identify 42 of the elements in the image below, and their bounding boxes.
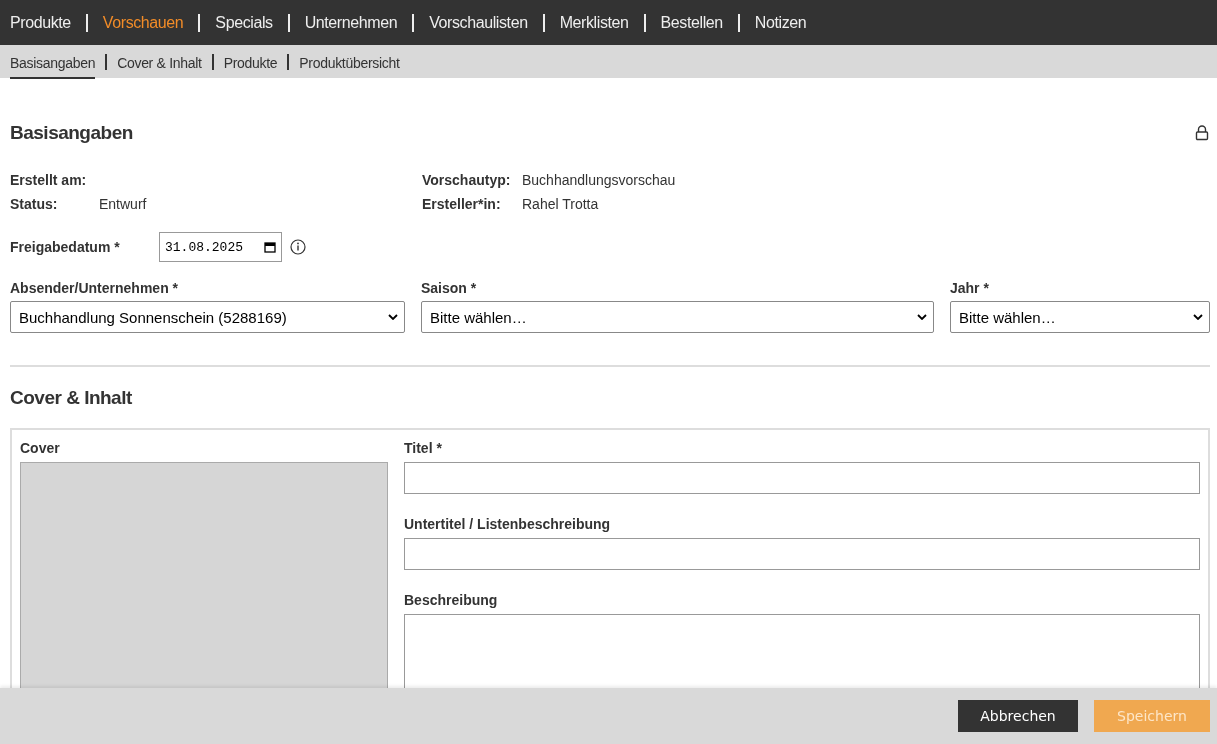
nav-tab[interactable]: Vorschauen (102, 13, 184, 32)
calendar-icon[interactable] (264, 241, 276, 253)
select-field[interactable]: Bitte wählen… (421, 301, 934, 333)
field-label: Saison * (421, 280, 478, 296)
info-label: Status: (10, 196, 59, 212)
select-field[interactable]: Bitte wählen… (950, 301, 1210, 333)
cancel-button[interactable]: Abbrechen (958, 700, 1078, 732)
field-label: Absender/Unternehmen * (10, 280, 180, 296)
field-label: Cover (20, 440, 61, 456)
sub-tab[interactable]: Cover & Inhalt (117, 46, 202, 79)
info-label: Vorschautyp: (422, 172, 512, 188)
sub-tab[interactable]: Produkte (223, 46, 278, 79)
nav-tab[interactable]: Unternehmen (304, 13, 398, 32)
nav-tab[interactable]: Merklisten (559, 13, 629, 32)
chevron-icon[interactable] (388, 314, 398, 320)
date-field[interactable]: 31.08.2025 (159, 232, 282, 262)
nav-tab[interactable]: Produkte (10, 13, 71, 32)
info-value: Buchhandlungsvorschau (522, 172, 676, 188)
info-icon[interactable] (290, 239, 306, 255)
chevron-icon[interactable] (1193, 314, 1203, 320)
lock-icon[interactable] (1195, 125, 1209, 141)
input-field[interactable] (404, 462, 1200, 494)
sub-tab[interactable]: Produktübersicht (299, 46, 400, 79)
info-label: Ersteller*in: (422, 196, 502, 212)
nav-tab[interactable]: Specials (215, 13, 273, 32)
chevron-icon[interactable] (917, 314, 927, 320)
section-title: Cover & Inhalt (10, 387, 133, 409)
field-label: Jahr * (950, 280, 990, 296)
field-label: Freigabedatum * (10, 239, 121, 255)
info-label: Erstellt am: (10, 172, 88, 188)
info-value: Entwurf (99, 196, 147, 212)
field-label: Beschreibung (404, 592, 499, 608)
select-field[interactable]: Buchhandlung Sonnenschein (5288169) (10, 301, 405, 333)
field-label: Titel * (404, 440, 443, 456)
nav-tab[interactable]: Notizen (754, 13, 807, 32)
sub-tab[interactable]: Basisangaben (10, 46, 96, 79)
info-value: Rahel Trotta (522, 196, 599, 212)
input-field[interactable] (404, 538, 1200, 570)
nav-tab[interactable]: Vorschaulisten (429, 13, 528, 32)
section-title: Basisangaben (10, 122, 133, 144)
nav-tab[interactable]: Bestellen (660, 13, 723, 32)
field-label: Untertitel / Listenbeschreibung (404, 516, 612, 532)
